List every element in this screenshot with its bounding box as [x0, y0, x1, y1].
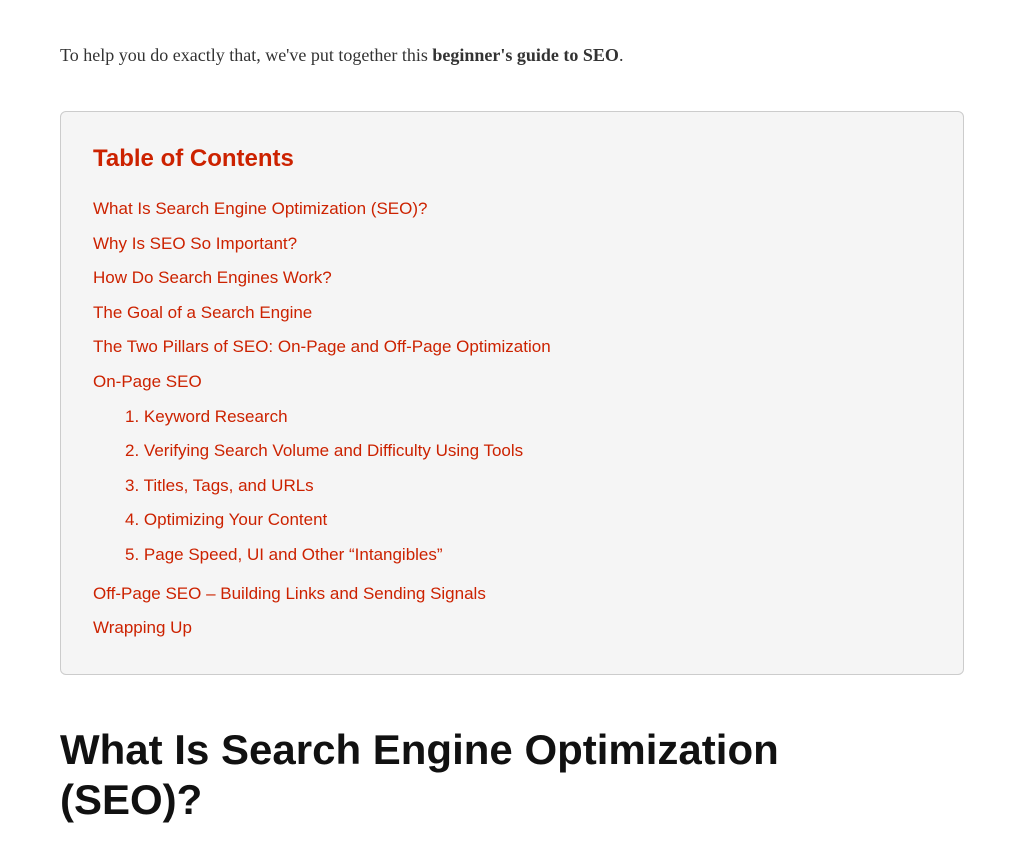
- toc-sub-label-2: Verifying Search Volume and Difficulty U…: [144, 441, 523, 460]
- toc-link-4[interactable]: The Goal of a Search Engine: [93, 303, 312, 322]
- toc-sub-label-3: Titles, Tags, and URLs: [144, 476, 314, 495]
- toc-item-5[interactable]: The Two Pillars of SEO: On-Page and Off-…: [93, 330, 931, 365]
- toc-item-8[interactable]: Wrapping Up: [93, 611, 931, 646]
- toc-item-4[interactable]: The Goal of a Search Engine: [93, 296, 931, 331]
- section-heading: What Is Search Engine Optimization (SEO)…: [60, 725, 964, 826]
- toc-sub-link-2[interactable]: 2. Verifying Search Volume and Difficult…: [125, 441, 523, 460]
- section-heading-line2: (SEO)?: [60, 776, 202, 823]
- toc-sub-item-1[interactable]: 1. Keyword Research: [125, 400, 931, 435]
- toc-sub-number-3: 3.: [125, 476, 139, 495]
- toc-link-8[interactable]: Wrapping Up: [93, 618, 192, 637]
- toc-sub-link-3[interactable]: 3. Titles, Tags, and URLs: [125, 476, 314, 495]
- toc-item-1[interactable]: What Is Search Engine Optimization (SEO)…: [93, 192, 931, 227]
- intro-text-after-bold: .: [619, 45, 624, 65]
- toc-link-2[interactable]: Why Is SEO So Important?: [93, 234, 297, 253]
- toc-sublist: 1. Keyword Research 2. Verifying Search …: [125, 400, 931, 573]
- intro-paragraph: To help you do exactly that, we've put t…: [60, 40, 964, 71]
- toc-sub-link-5[interactable]: 5. Page Speed, UI and Other “Intangibles…: [125, 545, 443, 564]
- toc-link-6[interactable]: On-Page SEO: [93, 372, 202, 391]
- toc-sub-link-4[interactable]: 4. Optimizing Your Content: [125, 510, 327, 529]
- toc-item-3[interactable]: How Do Search Engines Work?: [93, 261, 931, 296]
- toc-item-7[interactable]: Off-Page SEO – Building Links and Sendin…: [93, 577, 931, 612]
- toc-sub-number-1: 1.: [125, 407, 139, 426]
- toc-list: What Is Search Engine Optimization (SEO)…: [93, 192, 931, 646]
- toc-item-2[interactable]: Why Is SEO So Important?: [93, 227, 931, 262]
- toc-sub-label-1: Keyword Research: [144, 407, 288, 426]
- toc-sub-link-1[interactable]: 1. Keyword Research: [125, 407, 288, 426]
- toc-sub-number-2: 2.: [125, 441, 139, 460]
- toc-sub-label-5: Page Speed, UI and Other “Intangibles”: [144, 545, 443, 564]
- intro-bold-text: beginner's guide to SEO: [432, 45, 619, 65]
- table-of-contents: Table of Contents What Is Search Engine …: [60, 111, 964, 675]
- toc-sub-number-4: 4.: [125, 510, 139, 529]
- toc-link-7[interactable]: Off-Page SEO – Building Links and Sendin…: [93, 584, 486, 603]
- toc-sub-label-4: Optimizing Your Content: [144, 510, 327, 529]
- section-heading-line1: What Is Search Engine Optimization: [60, 726, 779, 773]
- toc-link-1[interactable]: What Is Search Engine Optimization (SEO)…: [93, 199, 427, 218]
- toc-sub-item-3[interactable]: 3. Titles, Tags, and URLs: [125, 469, 931, 504]
- toc-item-6[interactable]: On-Page SEO 1. Keyword Research 2. Verif…: [93, 365, 931, 577]
- intro-text-before-bold: To help you do exactly that, we've put t…: [60, 45, 432, 65]
- toc-link-3[interactable]: How Do Search Engines Work?: [93, 268, 332, 287]
- toc-sub-number-5: 5.: [125, 545, 139, 564]
- toc-sub-item-4[interactable]: 4. Optimizing Your Content: [125, 503, 931, 538]
- toc-link-5[interactable]: The Two Pillars of SEO: On-Page and Off-…: [93, 337, 551, 356]
- toc-sub-item-2[interactable]: 2. Verifying Search Volume and Difficult…: [125, 434, 931, 469]
- toc-sub-item-5[interactable]: 5. Page Speed, UI and Other “Intangibles…: [125, 538, 931, 573]
- toc-title: Table of Contents: [93, 140, 931, 178]
